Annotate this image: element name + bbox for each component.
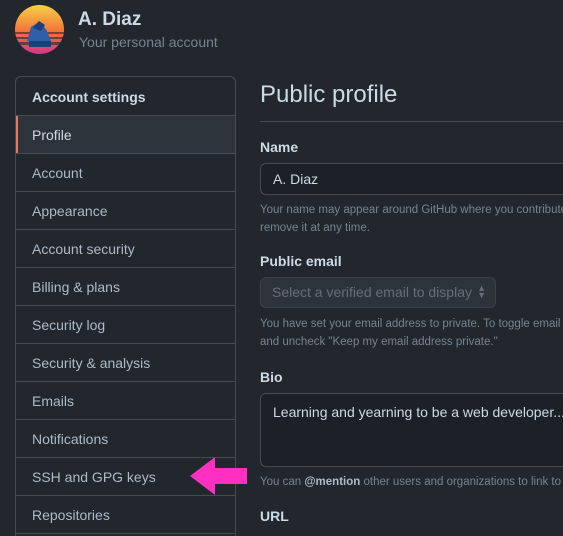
name-label: Name	[260, 139, 299, 155]
name-note: Your name may appear around GitHub where…	[260, 201, 563, 237]
sidebar-item-repositories[interactable]: Repositories	[16, 496, 235, 534]
sidebar-item-appearance[interactable]: Appearance	[16, 192, 235, 230]
sidebar-item-security-log[interactable]: Security log	[16, 306, 235, 344]
select-caret-icon: ▲ ▼	[477, 283, 486, 300]
sidebar-item-billing-plans[interactable]: Billing & plans	[16, 268, 235, 306]
settings-page: A. Diaz Your personal account Account se…	[0, 0, 563, 536]
name-input[interactable]: A. Diaz	[260, 163, 563, 195]
sidebar-item-notifications[interactable]: Notifications	[16, 420, 235, 458]
page-title: Public profile	[260, 81, 398, 108]
bio-note: You can @mention other users and organiz…	[260, 473, 563, 491]
name-note-line1: Your name may appear around GitHub where…	[260, 204, 563, 216]
sidebar-header: Account settings	[16, 77, 235, 116]
sidebar-item-profile[interactable]: Profile	[16, 116, 235, 154]
user-name: A. Diaz	[78, 9, 142, 30]
title-divider	[260, 121, 563, 122]
public-email-select-value: Select a verified email to display	[272, 284, 472, 300]
mention-keyword: @mention	[304, 476, 361, 488]
url-label: URL	[260, 508, 289, 524]
annotation-arrow-icon	[190, 457, 247, 495]
bio-label: Bio	[260, 369, 283, 385]
bio-textarea[interactable]: Learning and yearning to be a web develo…	[260, 393, 563, 467]
account-type-label: Your personal account	[79, 34, 218, 50]
email-note-line2: and uncheck "Keep my email address priva…	[260, 336, 498, 348]
name-note-line2: remove it at any time.	[260, 222, 370, 234]
bio-note-prefix: You can	[260, 476, 305, 488]
sidebar-item-security-analysis[interactable]: Security & analysis	[16, 344, 235, 382]
email-note: You have set your email address to priva…	[260, 315, 563, 351]
sidebar-item-emails[interactable]: Emails	[16, 382, 235, 420]
sidebar-item-account[interactable]: Account	[16, 154, 235, 192]
bio-note-suffix: other users and organizations to link to	[360, 476, 562, 488]
public-email-select[interactable]: Select a verified email to display ▲ ▼	[260, 277, 496, 308]
avatar-image	[15, 5, 64, 54]
public-email-label: Public email	[260, 253, 342, 269]
avatar[interactable]	[15, 5, 64, 54]
sidebar-item-account-security[interactable]: Account security	[16, 230, 235, 268]
email-note-line1: You have set your email address to priva…	[260, 318, 561, 330]
